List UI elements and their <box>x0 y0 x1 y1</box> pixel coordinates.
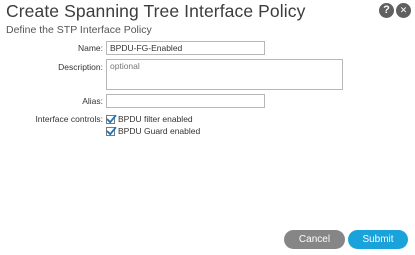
help-icon[interactable]: ? <box>379 3 394 18</box>
interface-controls-label: Interface controls: <box>35 114 103 124</box>
alias-input[interactable] <box>106 94 265 108</box>
name-input[interactable] <box>106 41 265 55</box>
description-textarea[interactable] <box>106 59 343 90</box>
bpdu-filter-checkbox-row[interactable]: BPDU filter enabled <box>106 114 193 124</box>
bpdu-filter-label: BPDU filter enabled <box>118 114 193 124</box>
alias-label: Alias: <box>82 96 103 106</box>
name-label: Name: <box>77 43 103 53</box>
bpdu-guard-label: BPDU Guard enabled <box>118 126 201 136</box>
description-label: Description: <box>58 62 103 72</box>
cancel-button[interactable]: Cancel <box>284 230 345 249</box>
bpdu-filter-checkbox[interactable] <box>106 114 117 124</box>
checkmark-icon <box>106 126 117 135</box>
create-stp-interface-policy-dialog: Create Spanning Tree Interface Policy ? … <box>0 0 415 255</box>
dialog-subtitle: Define the STP Interface Policy <box>6 24 152 36</box>
bpdu-guard-checkbox-row[interactable]: BPDU Guard enabled <box>106 126 200 136</box>
submit-button[interactable]: Submit <box>348 230 408 249</box>
dialog-title: Create Spanning Tree Interface Policy <box>6 1 306 21</box>
close-icon[interactable]: ✕ <box>396 3 411 18</box>
bpdu-guard-checkbox[interactable] <box>106 126 117 136</box>
checkmark-icon <box>106 114 117 123</box>
header-icons: ? ✕ <box>379 3 411 18</box>
